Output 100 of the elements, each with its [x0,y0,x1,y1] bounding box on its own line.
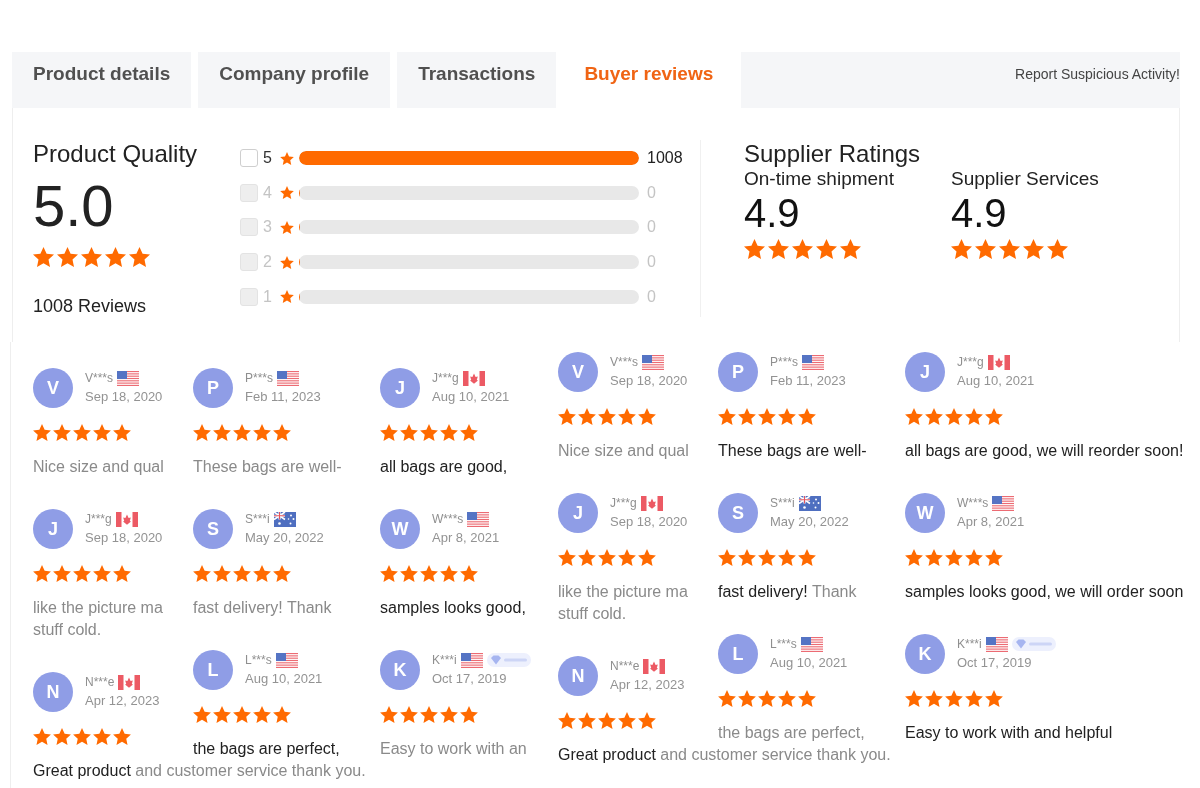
avatar: L [718,634,758,674]
rating-label: 5 [263,148,273,168]
star-icon [985,549,1003,566]
star-icon [280,220,294,234]
tab[interactable]: Company profile [198,52,391,108]
star-icon [778,549,796,566]
rating-score: 4.9 [744,193,800,233]
star-icon [400,424,418,441]
us-flag-icon [985,636,1008,652]
star-icon [578,549,596,566]
tab[interactable]: Transactions [397,52,557,108]
tab[interactable]: Product details [12,52,192,108]
star-icon [280,255,294,269]
avatar: V [33,368,73,408]
reviewer-name: N***e [610,658,640,675]
us-flag-icon [460,652,483,668]
avatar: S [718,493,758,533]
reviewer-name: P***s [245,370,273,387]
star-icon [768,239,789,259]
us-flag-icon [992,495,1015,511]
avatar: W [905,493,945,533]
review-date: Aug 10, 2021 [957,372,1035,390]
star-icon [618,408,636,425]
reviewer-name: S***i [770,495,795,512]
review-text: Easy to work with an [380,739,527,759]
avatar: N [33,672,73,712]
star-icon [273,706,291,723]
us-flag-icon [467,511,490,527]
star-icon [193,424,211,441]
star-icon [93,728,111,745]
review-date: Aug 10, 2021 [770,654,848,672]
star-icon [558,549,576,566]
reviewer-name: W***s [432,511,464,528]
star-icon [233,706,251,723]
star-icon [213,565,231,582]
rating-label: On-time shipment [744,168,894,190]
star-icon [638,712,656,729]
star-icon [945,690,963,707]
star-icon [618,549,636,566]
star-icon [73,424,91,441]
review-text: These bags are well- [193,457,342,477]
star-icon [53,728,71,745]
reviewer-name: W***s [957,495,989,512]
star-icon [598,549,616,566]
star-icon [792,239,813,259]
review-text: Great product and customer service thank you. [558,745,891,765]
section-title: Product Quality [33,140,198,168]
star-icon [73,728,91,745]
reviewer-name: V***s [610,354,638,371]
star-icon [113,728,131,745]
rating-score: 4.9 [951,193,1007,233]
australia-flag-icon [273,511,296,527]
us-flag-icon [275,652,298,668]
star-icon [925,549,943,566]
review-date: Apr 8, 2021 [432,529,500,547]
star-icon [233,565,251,582]
star-icon [33,424,51,441]
reviewer-name: P***s [770,354,798,371]
us-flag-icon [642,354,664,370]
rating-count: 1008 [647,148,683,168]
avatar: K [905,634,945,674]
star-icon [380,424,398,441]
us-flag-icon [802,354,824,370]
star-icon [945,549,963,566]
star-icon [213,706,231,723]
star-icon [93,424,111,441]
review-text: fast delivery! Thank [718,582,857,602]
star-icon [778,408,796,425]
review-date: Oct 17, 2019 [432,670,507,688]
star-icon [253,565,271,582]
report-link[interactable]: Report Suspicious Activity! [1015,66,1180,82]
rating-count: 0 [647,217,656,238]
star-icon [233,424,251,441]
reviewer-name: J***g [610,495,637,512]
avatar: V [558,352,598,392]
checkbox[interactable] [240,149,258,167]
star-icon [193,565,211,582]
rating-label: 2 [263,252,273,273]
star-icon [1023,239,1044,259]
reviewer-name: N***e [85,674,115,691]
star-icon [951,239,972,259]
star-icon [113,565,131,582]
review-date: May 20, 2022 [770,513,849,531]
review-text: Nice size and qual [558,441,689,461]
avatar: J [33,509,73,549]
reviewer-name: V***s [85,370,113,387]
rating-label: 1 [263,286,273,307]
star-icon [738,690,756,707]
avatar: J [558,493,598,533]
star-icon [460,706,478,723]
rating-label: 4 [263,182,273,203]
star-icon [738,549,756,566]
rating-score: 5.0 [33,177,114,235]
star-icon [840,239,861,259]
review-text: Easy to work with and helpful [905,723,1113,743]
review-date: Feb 11, 2023 [245,388,321,406]
review-count: 1008 Reviews [33,295,147,317]
review-date: Apr 12, 2023 [85,692,160,710]
star-icon [440,565,458,582]
canada-flag-icon [987,354,1010,370]
